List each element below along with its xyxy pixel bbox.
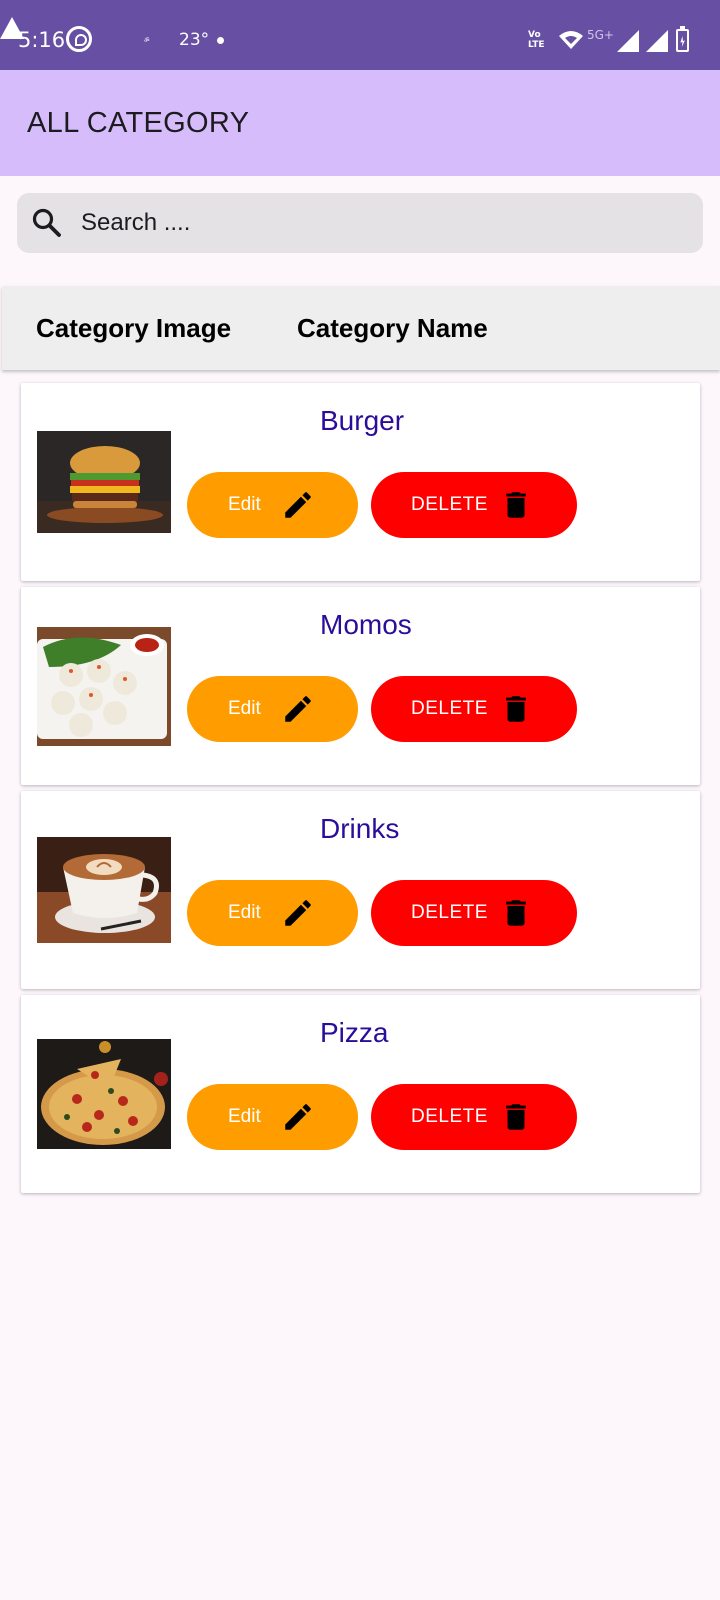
page-title: ALL CATEGORY bbox=[27, 107, 250, 139]
category-name: Momos bbox=[320, 609, 412, 640]
category-card: Drinks Edit DELETE bbox=[21, 791, 700, 989]
delete-label: DELETE bbox=[411, 1106, 488, 1127]
edit-label: Edit bbox=[228, 494, 261, 515]
trash-icon bbox=[506, 900, 526, 926]
search-input[interactable] bbox=[81, 203, 681, 243]
status-bar: 5:16 ॐ 23° Vo LTE 5G+ bbox=[0, 0, 720, 70]
trash-icon bbox=[506, 1104, 526, 1130]
edit-button[interactable]: Edit bbox=[187, 880, 358, 946]
pencil-icon bbox=[285, 492, 311, 518]
volte-line2: LTE bbox=[528, 40, 545, 50]
volte-line1: Vo bbox=[528, 30, 541, 40]
delete-button[interactable]: DELETE bbox=[371, 472, 577, 538]
delete-label: DELETE bbox=[411, 902, 488, 923]
wifi-icon bbox=[559, 31, 583, 49]
pencil-icon bbox=[285, 900, 311, 926]
table-header: Category Image Category Name bbox=[2, 286, 720, 370]
delete-label: DELETE bbox=[411, 494, 488, 515]
whatsapp-icon bbox=[66, 26, 92, 52]
trash-icon bbox=[506, 492, 526, 518]
category-name: Drinks bbox=[320, 813, 400, 844]
category-name: Burger bbox=[320, 405, 405, 436]
status-time: 5:16 bbox=[18, 28, 66, 52]
network-type: 5G+ bbox=[587, 28, 614, 42]
edit-label: Edit bbox=[228, 698, 261, 719]
pizza-image bbox=[37, 1039, 171, 1149]
edit-button[interactable]: Edit bbox=[187, 1084, 358, 1150]
pencil-icon bbox=[285, 696, 311, 722]
column-header-image: Category Image bbox=[36, 313, 232, 343]
edit-label: Edit bbox=[228, 902, 261, 923]
burger-image bbox=[37, 431, 171, 533]
signal-icon bbox=[617, 30, 639, 52]
delete-label: DELETE bbox=[411, 698, 488, 719]
edit-label: Edit bbox=[228, 1106, 261, 1127]
delete-button[interactable]: DELETE bbox=[371, 880, 577, 946]
category-card: Momos Edit DELETE bbox=[21, 587, 700, 785]
search-bar[interactable] bbox=[17, 193, 703, 253]
pencil-icon bbox=[285, 1104, 311, 1130]
category-name: Pizza bbox=[320, 1017, 389, 1048]
category-card: Burger Edit DELETE bbox=[21, 383, 700, 581]
signal-icon-2 bbox=[646, 30, 668, 52]
coffee-image bbox=[37, 837, 171, 943]
momos-image bbox=[37, 627, 171, 746]
status-small-text: ॐ bbox=[144, 37, 150, 44]
delete-button[interactable]: DELETE bbox=[371, 676, 577, 742]
volte-icon: Vo LTE bbox=[528, 30, 545, 50]
search-icon[interactable] bbox=[31, 207, 63, 239]
status-temperature: 23° bbox=[179, 30, 210, 50]
column-header-name: Category Name bbox=[297, 313, 488, 343]
category-card: Pizza Edit DELETE bbox=[21, 995, 700, 1193]
delete-button[interactable]: DELETE bbox=[371, 1084, 577, 1150]
edit-button[interactable]: Edit bbox=[187, 472, 358, 538]
dot-icon bbox=[217, 37, 224, 44]
trash-icon bbox=[506, 696, 526, 722]
edit-button[interactable]: Edit bbox=[187, 676, 358, 742]
warning-mark bbox=[112, 33, 116, 44]
battery-charging-icon bbox=[676, 26, 689, 52]
